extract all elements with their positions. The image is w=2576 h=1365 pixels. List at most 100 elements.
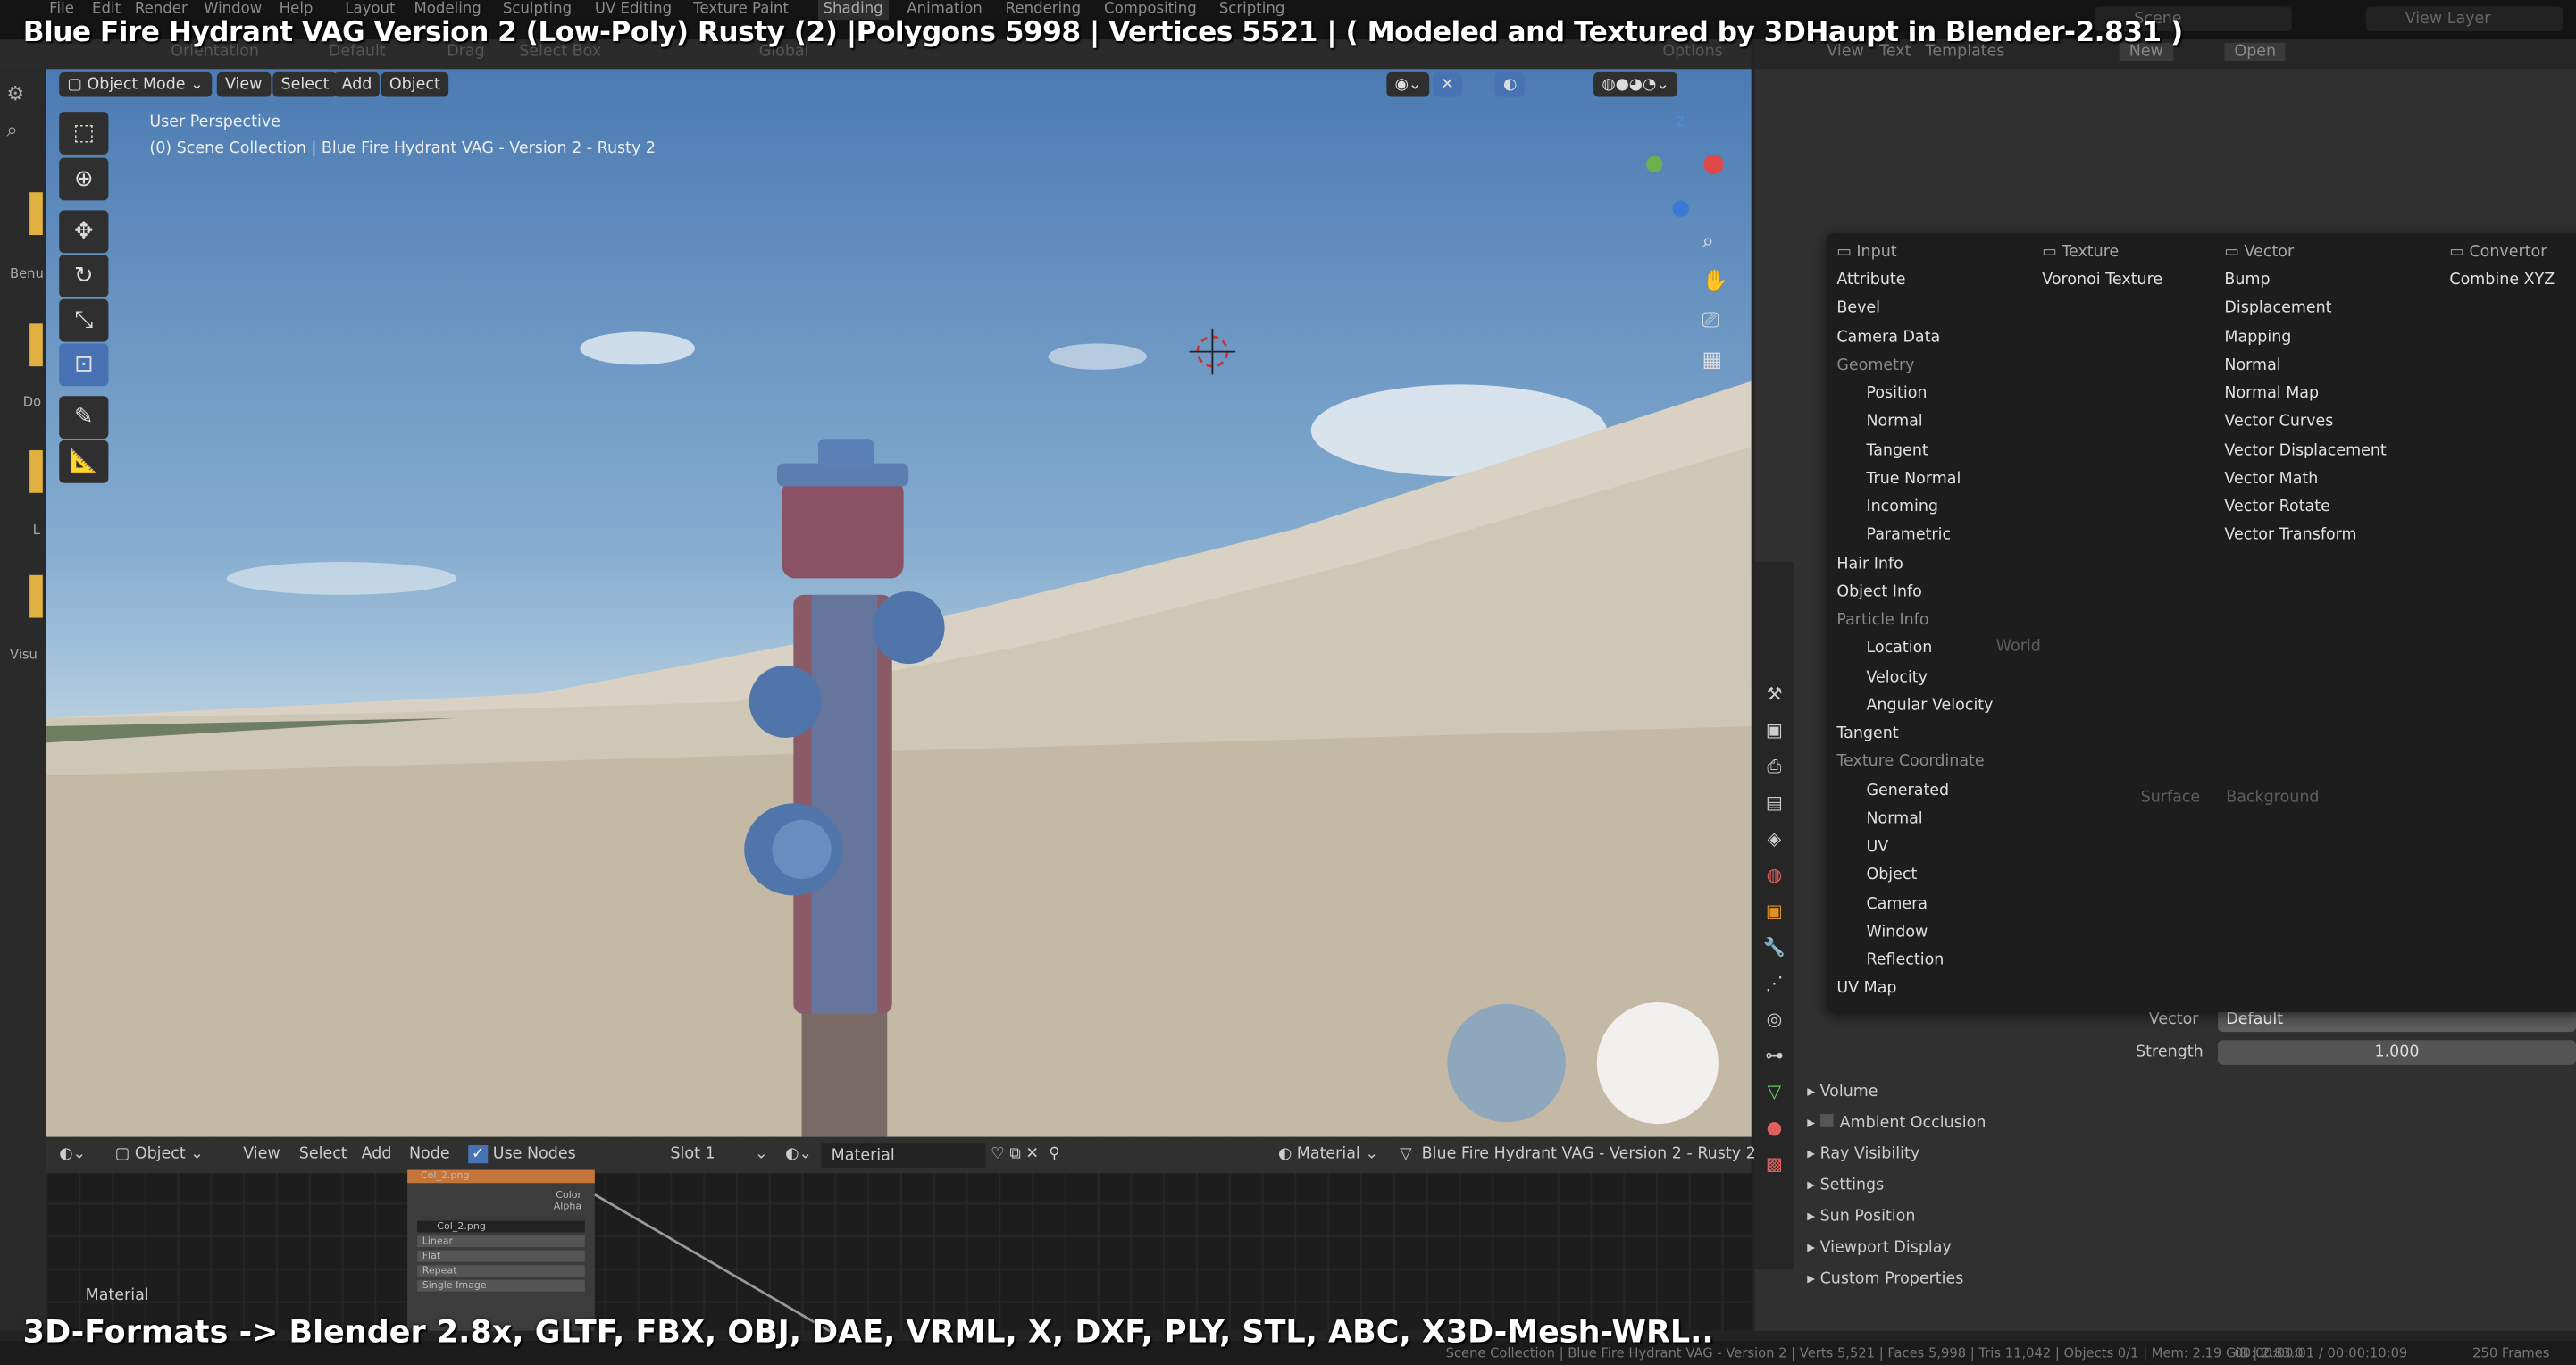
view-layer-selector[interactable]: View Layer: [2365, 6, 2563, 31]
vector-dropdown[interactable]: Default: [2218, 1009, 2576, 1033]
menu-item[interactable]: Voronoi Texture: [2042, 271, 2162, 289]
menu-item[interactable]: Vector Transform: [2224, 526, 2356, 544]
scale-tool-icon[interactable]: ⤡: [59, 298, 109, 342]
menu-item[interactable]: UV Map: [1836, 980, 1896, 998]
menu-item[interactable]: Camera Data: [1836, 328, 1940, 346]
scene-tab-icon[interactable]: ◈: [1754, 822, 1794, 858]
menu-item[interactable]: Vector Math: [2224, 470, 2318, 488]
menu-item[interactable]: Object: [1866, 867, 1917, 884]
menu-item[interactable]: Attribute: [1836, 271, 1905, 289]
transform-tool-icon[interactable]: ⊡: [59, 343, 109, 387]
hand-pan-icon[interactable]: ✋: [1702, 263, 1729, 302]
node-view-menu[interactable]: View: [243, 1145, 280, 1163]
interpolation-dropdown[interactable]: Linear: [417, 1235, 585, 1248]
data-tab-icon[interactable]: ▽: [1754, 1075, 1794, 1110]
panel-header[interactable]: ▸ Settings: [1807, 1177, 1884, 1194]
menu-item[interactable]: Object Info: [1836, 582, 1922, 600]
physics-tab-icon[interactable]: ◎: [1754, 1002, 1794, 1038]
scene-icon[interactable]: ⚙: [6, 82, 24, 105]
menu-item[interactable]: Location: [1866, 640, 1932, 657]
select-menu[interactable]: Select: [272, 71, 338, 97]
open-text-button[interactable]: Open: [2224, 42, 2287, 62]
modifier-tab-icon[interactable]: 🔧: [1754, 930, 1794, 966]
menu-item[interactable]: Camera: [1866, 894, 1928, 912]
tool-tab-icon[interactable]: ⚒: [1754, 677, 1794, 713]
panel-header[interactable]: ▸ Ray Visibility: [1807, 1145, 1919, 1163]
panel-header[interactable]: ▸ Volume: [1807, 1083, 1878, 1101]
menu-item[interactable]: Window: [1866, 923, 1928, 941]
visibility-icon[interactable]: ◉⌄: [1386, 71, 1430, 97]
node-node-menu[interactable]: Node: [409, 1145, 450, 1163]
overlay-toggle-icon[interactable]: ◐: [1494, 71, 1526, 97]
menu-item[interactable]: Mapping: [2224, 328, 2291, 346]
menu-item[interactable]: Angular Velocity: [1866, 696, 1993, 714]
panel-header[interactable]: ▸ Custom Properties: [1807, 1270, 1963, 1288]
object-type-dropdown[interactable]: ▢ Object ⌄: [115, 1145, 204, 1163]
menu-item[interactable]: True Normal: [1866, 470, 1961, 488]
search-icon[interactable]: ⌕: [6, 118, 17, 143]
menu-item[interactable]: Normal Map: [2224, 384, 2319, 402]
menu-item[interactable]: Incoming: [1866, 498, 1938, 515]
menu-item[interactable]: Vector Rotate: [2224, 498, 2329, 515]
node-add-menu[interactable]: Add: [362, 1145, 392, 1163]
navigation-gizmo[interactable]: [1645, 154, 1724, 217]
zoom-icon[interactable]: ⌕: [1702, 223, 1729, 263]
constraints-tab-icon[interactable]: ⊶: [1754, 1038, 1794, 1074]
menu-item[interactable]: Bump: [2224, 271, 2270, 289]
node-select-menu[interactable]: Select: [299, 1145, 347, 1163]
output-tab-icon[interactable]: ⎙: [1754, 749, 1794, 785]
projection-dropdown[interactable]: Flat: [417, 1250, 585, 1262]
grid-icon[interactable]: ▦: [1702, 342, 1729, 381]
cursor-tool-icon[interactable]: ⊕: [59, 157, 109, 201]
image-field[interactable]: Col_2.png: [417, 1220, 585, 1233]
object-mode-dropdown[interactable]: ▢ Object Mode ⌄: [59, 71, 212, 97]
menu-item[interactable]: Normal: [1866, 809, 1922, 827]
menu-item[interactable]: Reflection: [1866, 951, 1944, 969]
view-menu[interactable]: View: [216, 71, 271, 97]
select-box-tool-icon[interactable]: ⬚: [59, 112, 109, 155]
alpha-output-socket[interactable]: Alpha: [407, 1202, 595, 1213]
3d-viewport[interactable]: Z User Perspective (0) Scene Collection …: [46, 69, 1752, 1137]
view-layer-tab-icon[interactable]: ▤: [1754, 785, 1794, 821]
menu-item[interactable]: Displacement: [2224, 299, 2331, 317]
panel-header[interactable]: ▸ Sun Position: [1807, 1208, 1915, 1226]
object-menu[interactable]: Object: [381, 71, 449, 97]
checkbox[interactable]: [1819, 1114, 1834, 1127]
menu-item[interactable]: Tangent: [1836, 724, 1898, 742]
menu-item[interactable]: Bevel: [1836, 299, 1880, 317]
menu-item[interactable]: Tangent: [1866, 441, 1928, 459]
shading-modes-icon[interactable]: ◍●◕◔⌄: [1593, 71, 1678, 97]
extension-dropdown[interactable]: Repeat: [417, 1265, 585, 1277]
measure-tool-icon[interactable]: 📐: [59, 440, 109, 483]
material-type-dropdown[interactable]: ◐ Material ⌄: [1278, 1145, 1378, 1163]
material-tab-icon[interactable]: ●: [1754, 1110, 1794, 1146]
camera-icon[interactable]: ⎚: [1702, 302, 1729, 341]
material-browse-icon[interactable]: ◐⌄: [785, 1145, 812, 1163]
panel-header[interactable]: ▸ Viewport Display: [1807, 1239, 1952, 1257]
image-texture-node[interactable]: Col_2.png Color Alpha Col_2.png Linear F…: [407, 1169, 595, 1331]
annotate-tool-icon[interactable]: ✎: [59, 396, 109, 440]
menu-item[interactable]: Velocity: [1866, 668, 1928, 686]
menu-item[interactable]: Vector Displacement: [2224, 441, 2386, 459]
texture-tab-icon[interactable]: ▩: [1754, 1147, 1794, 1183]
menu-item[interactable]: Hair Info: [1836, 555, 1903, 573]
panel-header[interactable]: ▸ Ambient Occlusion: [1807, 1114, 1986, 1132]
gizmo-toggle-icon[interactable]: ✕: [1432, 71, 1462, 97]
particles-tab-icon[interactable]: ⋰: [1754, 967, 1794, 1002]
menu-item[interactable]: Normal: [2224, 356, 2280, 374]
menu-item[interactable]: Combine XYZ: [2449, 271, 2555, 289]
menu-item[interactable]: Generated: [1866, 782, 1949, 800]
world-tab-icon[interactable]: ◍: [1754, 858, 1794, 893]
color-output-socket[interactable]: Color: [407, 1190, 595, 1202]
move-tool-icon[interactable]: ✥: [59, 210, 109, 254]
material-name-field[interactable]: Material: [821, 1143, 986, 1168]
menu-item[interactable]: Position: [1866, 384, 1927, 402]
render-tab-icon[interactable]: ▣: [1754, 713, 1794, 749]
menu-item[interactable]: Parametric: [1866, 526, 1951, 544]
menu-item[interactable]: Normal: [1866, 413, 1922, 431]
rotate-tool-icon[interactable]: ↻: [59, 255, 109, 297]
menu-item[interactable]: Vector Curves: [2224, 413, 2333, 431]
object-tab-icon[interactable]: ▣: [1754, 894, 1794, 930]
strength-field[interactable]: 1.000: [2218, 1040, 2576, 1065]
menu-item[interactable]: UV: [1866, 838, 1888, 856]
